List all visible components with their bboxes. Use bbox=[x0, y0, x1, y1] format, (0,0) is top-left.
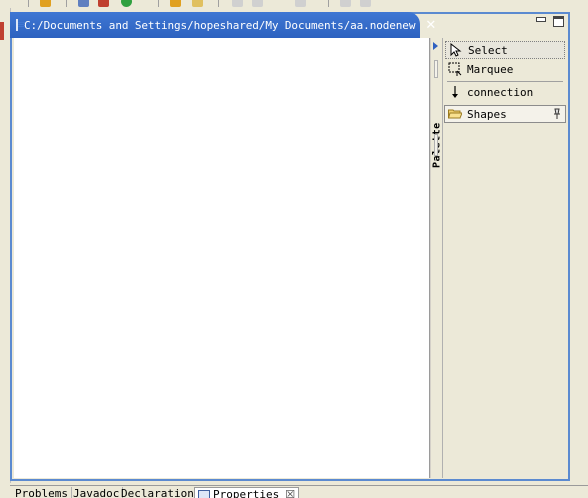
palette-grip[interactable] bbox=[434, 60, 438, 78]
arrow-cursor-icon bbox=[449, 43, 463, 57]
palette-item-connection[interactable]: connection bbox=[445, 83, 565, 101]
toolbar-separator bbox=[328, 0, 329, 7]
palette-grip[interactable] bbox=[434, 134, 438, 156]
back-icon[interactable] bbox=[232, 0, 243, 7]
undo-icon[interactable] bbox=[340, 0, 351, 7]
pencil-icon[interactable] bbox=[192, 0, 203, 7]
view-controls bbox=[535, 14, 565, 30]
file-icon bbox=[16, 19, 25, 31]
palette-item-label: Select bbox=[468, 43, 508, 57]
bottom-tab-bar: Problems Javadoc Declaration Properties ☒ bbox=[10, 485, 588, 498]
palette: Select Marquee connection Shapes bbox=[443, 38, 567, 478]
nav-icon[interactable] bbox=[295, 0, 306, 7]
palette-strip[interactable]: Palette bbox=[431, 38, 443, 478]
folder-open-icon bbox=[448, 107, 462, 121]
connection-arrow-icon bbox=[448, 85, 462, 99]
palette-item-marquee[interactable]: Marquee bbox=[445, 60, 565, 78]
toolbar-separator bbox=[28, 0, 29, 7]
toolbar-separator bbox=[66, 0, 67, 7]
tab-declaration[interactable]: Declaration bbox=[118, 487, 198, 498]
tab-javadoc[interactable]: Javadoc bbox=[70, 487, 124, 498]
editor-tab-title: C:/Documents and Settings/hopeshared/My … bbox=[24, 18, 416, 32]
close-icon[interactable]: ✕ bbox=[425, 18, 436, 33]
palette-separator bbox=[447, 81, 563, 82]
marquee-icon bbox=[448, 62, 462, 76]
pin-icon[interactable] bbox=[552, 108, 562, 120]
drawer-label: Shapes bbox=[467, 107, 507, 121]
tab-problems[interactable]: Problems bbox=[12, 487, 72, 498]
editor-tab[interactable]: C:/Documents and Settings/hopeshared/My … bbox=[10, 12, 436, 38]
palette-drawer-shapes[interactable]: Shapes bbox=[444, 105, 566, 123]
open-folder-icon[interactable] bbox=[170, 0, 181, 7]
redo-icon[interactable] bbox=[360, 0, 371, 7]
maximize-icon[interactable] bbox=[553, 16, 564, 27]
toolbar-separator bbox=[218, 0, 219, 7]
edit-icon[interactable] bbox=[78, 0, 89, 7]
main-toolbar bbox=[0, 0, 588, 8]
user-icon[interactable] bbox=[40, 0, 51, 7]
cut-icon[interactable] bbox=[98, 0, 109, 7]
left-marker bbox=[0, 22, 4, 40]
tab-properties[interactable]: Properties ☒ bbox=[194, 487, 300, 498]
palette-item-label: Marquee bbox=[467, 62, 514, 76]
minimize-icon[interactable] bbox=[536, 17, 546, 22]
diagram-canvas[interactable] bbox=[14, 38, 429, 478]
forward-icon[interactable] bbox=[252, 0, 263, 7]
run-icon[interactable] bbox=[121, 0, 132, 7]
palette-item-label: connection bbox=[467, 85, 534, 99]
palette-toggle-icon[interactable] bbox=[433, 42, 438, 50]
toolbar-separator bbox=[158, 0, 159, 7]
palette-item-select[interactable]: Select bbox=[445, 41, 565, 59]
